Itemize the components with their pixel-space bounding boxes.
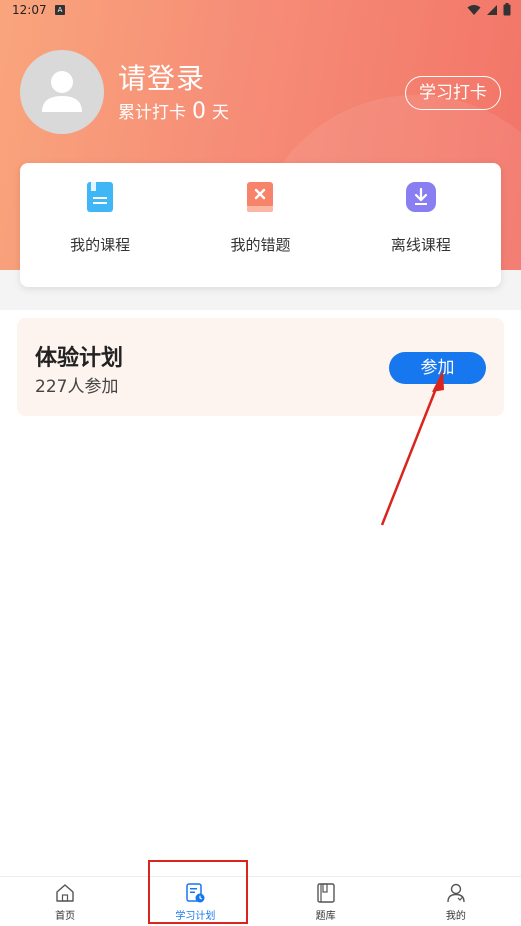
plan-participants: 227人参加 [35, 377, 119, 397]
nav-item-home[interactable]: 首页 [0, 877, 130, 926]
nav-label: 我的 [445, 911, 466, 922]
quick-actions-card: 我的课程 我的错题 离线课程 [20, 163, 501, 287]
checkin-summary: 累计打卡 0 天 [118, 98, 229, 124]
avatar[interactable] [20, 50, 104, 134]
course-book-icon [84, 180, 116, 214]
question-bank-icon [316, 883, 335, 903]
user-avatar-icon [42, 71, 82, 112]
login-prompt[interactable]: 请登录 [118, 57, 205, 97]
nav-item-profile[interactable]: 我的 [391, 877, 521, 926]
plan-card[interactable]: 体验计划 227人参加 参加 [17, 318, 504, 416]
quick-item-wrong-questions[interactable]: 我的错题 [180, 163, 340, 287]
bottom-nav: 首页 学习计划 题库 我的 [0, 876, 521, 926]
profile-icon [447, 883, 465, 903]
quick-item-label: 我的课程 [70, 236, 131, 254]
join-button[interactable]: 参加 [389, 352, 486, 384]
quick-item-label: 我的错题 [230, 236, 291, 254]
nav-label: 首页 [55, 911, 76, 922]
download-icon [405, 180, 437, 214]
home-icon [56, 884, 74, 902]
app-screen: 12:07 A 请登录 累计打卡 0 天 学习打卡 我的课程 我的错题 离线课程… [0, 0, 521, 926]
quick-item-label: 离线课程 [390, 236, 451, 254]
nav-item-question-bank[interactable]: 题库 [261, 877, 391, 926]
nav-label: 学习计划 [175, 911, 216, 922]
checkin-suffix: 天 [212, 103, 229, 123]
wifi-icon [467, 4, 481, 15]
checkin-button[interactable]: 学习打卡 [405, 76, 501, 110]
wrong-question-icon [244, 180, 276, 214]
battery-icon [503, 3, 511, 16]
quick-item-offline-courses[interactable]: 离线课程 [341, 163, 501, 287]
nav-label: 题库 [315, 911, 336, 922]
nav-item-study-plan[interactable]: 学习计划 [130, 877, 260, 926]
quick-item-my-courses[interactable]: 我的课程 [20, 163, 180, 287]
checkin-count: 0 [192, 99, 206, 124]
status-time: 12:07 [12, 3, 47, 17]
notification-icon: A [55, 5, 65, 15]
study-plan-icon [186, 883, 205, 903]
checkin-prefix: 累计打卡 [118, 103, 186, 123]
signal-icon [487, 4, 497, 15]
status-icons [467, 3, 511, 16]
plan-title: 体验计划 [35, 346, 124, 371]
status-bar: 12:07 A [0, 0, 521, 22]
